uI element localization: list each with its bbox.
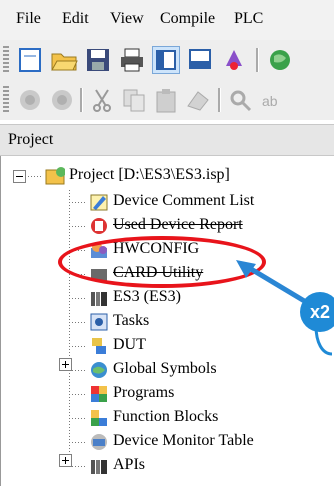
- toolbar-separator: [80, 88, 83, 112]
- global-symbols-icon: [91, 362, 107, 378]
- menu-bar: File Edit View Compile PLC: [0, 0, 334, 40]
- find-icon: [230, 90, 252, 112]
- output-window-button[interactable]: [186, 46, 214, 74]
- menu-edit[interactable]: Edit: [62, 10, 89, 28]
- tree-connector: [69, 418, 85, 419]
- communication-icon: [226, 50, 242, 70]
- edit-toolbar: ab: [0, 80, 334, 120]
- double-click-badge: x2: [300, 292, 334, 332]
- apis-icon: [91, 460, 107, 474]
- project-tree: Project [D:\ES3\ES3.isp] Device Comment …: [0, 156, 334, 486]
- save-button[interactable]: [84, 46, 112, 74]
- project-window-icon: [156, 50, 176, 70]
- open-folder-button[interactable]: [50, 46, 78, 74]
- plc-device-icon: [91, 292, 107, 306]
- comment-list-icon: [90, 194, 108, 211]
- paste-icon: [156, 89, 176, 113]
- output-window-icon: [189, 49, 211, 69]
- tree-connector: [69, 190, 70, 466]
- dut-icon: [92, 338, 106, 354]
- tasks-icon: [90, 313, 108, 331]
- device-report-icon: [91, 218, 107, 234]
- open-folder-icon: [51, 53, 78, 71]
- menu-compile[interactable]: Compile: [160, 10, 215, 28]
- undo-button[interactable]: [16, 86, 44, 114]
- cut-button[interactable]: [88, 86, 116, 114]
- project-panel-header: Project: [0, 124, 334, 156]
- project-view-button[interactable]: [152, 46, 180, 74]
- toolbar-separator: [218, 88, 221, 112]
- tree-connector: [69, 226, 85, 227]
- programs-icon: [91, 386, 107, 402]
- toolbar-grip[interactable]: [3, 86, 9, 114]
- undo-icon: [20, 90, 40, 110]
- toolbar-separator: [256, 48, 259, 72]
- function-blocks-icon: [91, 410, 107, 426]
- apis-expand-toggle[interactable]: [59, 454, 72, 467]
- globe-icon: [270, 50, 290, 70]
- print-button[interactable]: [118, 46, 146, 74]
- paste-button[interactable]: [152, 86, 180, 114]
- tree-connector: [69, 442, 85, 443]
- global-symbols-expand-toggle[interactable]: [59, 358, 72, 371]
- online-button[interactable]: [266, 46, 294, 74]
- project-root-icon: [45, 167, 65, 185]
- edit-tool-button[interactable]: [184, 86, 212, 114]
- tree-connector: [69, 394, 85, 395]
- copy-icon: [123, 89, 145, 112]
- double-click-badge-text: x2: [309, 302, 331, 322]
- root-collapse-toggle[interactable]: [13, 170, 26, 183]
- printer-icon: [121, 48, 143, 72]
- scissors-icon: [93, 89, 111, 112]
- menu-file[interactable]: File: [16, 10, 41, 28]
- redo-icon: [52, 90, 72, 110]
- tree-connector: [69, 298, 85, 299]
- toolbar-grip[interactable]: [3, 46, 9, 74]
- communication-button[interactable]: [220, 46, 248, 74]
- tree-connector: [25, 176, 43, 177]
- eraser-icon: [187, 91, 209, 111]
- standard-toolbar: [0, 40, 334, 80]
- menu-view[interactable]: View: [110, 10, 144, 28]
- copy-button[interactable]: [120, 86, 148, 114]
- tree-connector: [69, 202, 85, 203]
- find-button[interactable]: [226, 86, 254, 114]
- redo-button[interactable]: [48, 86, 76, 114]
- save-icon: [87, 49, 109, 71]
- replace-button[interactable]: ab: [258, 86, 286, 114]
- svg-text:ab: ab: [262, 93, 278, 109]
- project-panel-title: Project: [8, 131, 54, 148]
- tree-connector: [69, 346, 85, 347]
- replace-icon: ab: [262, 93, 278, 109]
- monitor-table-icon: [91, 434, 107, 450]
- menu-plc[interactable]: PLC: [234, 10, 263, 28]
- tree-connector: [69, 322, 85, 323]
- new-file-icon: [19, 48, 41, 72]
- new-file-button[interactable]: [16, 46, 44, 74]
